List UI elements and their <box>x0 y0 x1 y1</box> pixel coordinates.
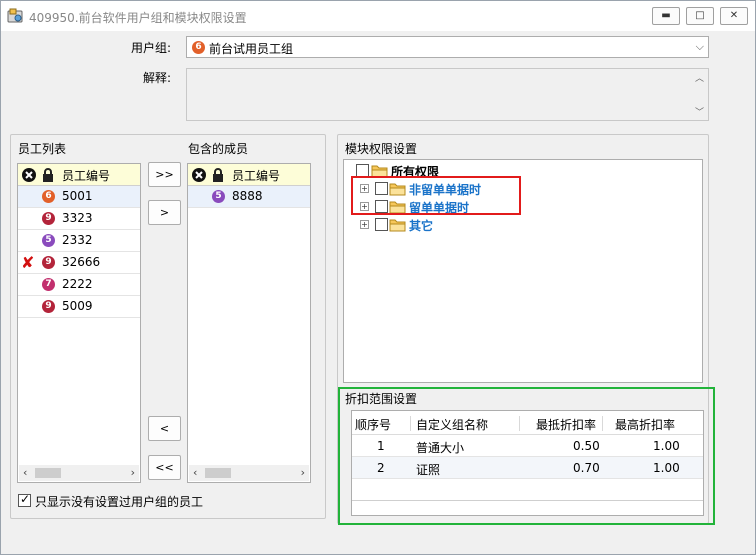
tree-node-label[interactable]: 其它 <box>409 217 433 234</box>
maximize-button[interactable]: □ <box>686 7 714 25</box>
scroll-thumb[interactable] <box>35 468 61 478</box>
members-hscrollbar[interactable]: ‹ › <box>189 465 309 481</box>
employee-id: 5009 <box>62 299 93 313</box>
table-row[interactable]: 9 3323 <box>18 208 140 230</box>
folder-icon <box>389 219 406 232</box>
table-row[interactable]: 7 2222 <box>18 274 140 296</box>
level-badge-icon: 9 <box>42 300 55 313</box>
employee-id-column[interactable]: 员工编号 <box>62 167 110 184</box>
employee-id: 2222 <box>62 277 93 291</box>
title-bar: 409950.前台软件用户组和模块权限设置 ▬ □ ✕ <box>1 1 755 31</box>
scroll-left-icon[interactable]: ‹ <box>23 466 27 479</box>
employee-grid[interactable]: 员工编号 6 5001 9 3323 5 2332 ✘ 9 32666 7 2222 9 5009 ‹ … <box>17 163 141 483</box>
level-badge-icon: 5 <box>42 234 55 247</box>
explain-label: 解释: <box>143 71 172 85</box>
highlight-box-green <box>338 387 715 525</box>
member-id-column[interactable]: 员工编号 <box>232 167 280 184</box>
delete-icon <box>22 168 36 182</box>
add-all-button[interactable]: >> <box>148 162 181 187</box>
usergroup-badge-icon: 6 <box>192 41 205 54</box>
table-row[interactable]: 9 5009 <box>18 296 140 318</box>
members-grid-header: 员工编号 <box>188 164 310 186</box>
scroll-right-icon[interactable]: › <box>301 466 305 479</box>
delete-icon <box>192 168 206 182</box>
usergroup-value: 前台试用员工组 <box>209 42 294 56</box>
scroll-right-icon[interactable]: › <box>131 466 135 479</box>
members-title: 包含的成员 <box>186 140 251 157</box>
level-badge-icon: 9 <box>42 212 55 225</box>
expand-icon[interactable]: + <box>360 220 369 229</box>
usergroup-select[interactable]: 6 前台试用员工组 ⌵ <box>186 36 709 58</box>
lock-icon <box>43 168 53 182</box>
employee-id: 32666 <box>62 255 101 269</box>
remove-one-button[interactable]: < <box>148 416 181 441</box>
tree-node-3[interactable]: + 其它 <box>360 216 560 234</box>
lock-icon <box>213 168 223 182</box>
highlight-box-red <box>351 176 521 215</box>
minimize-button[interactable]: ▬ <box>652 7 680 25</box>
window-title: 409950.前台软件用户组和模块权限设置 <box>29 11 247 25</box>
usergroup-label: 用户组: <box>131 41 172 55</box>
scroll-down-icon[interactable]: ﹀ <box>695 105 704 118</box>
explain-scrollbar[interactable]: ︿ ﹀ <box>691 69 708 120</box>
settings-window: 409950.前台软件用户组和模块权限设置 ▬ □ ✕ 用户组: 6 前台试用员… <box>0 0 756 555</box>
employee-id: 2332 <box>62 233 93 247</box>
removed-icon: ✘ <box>21 253 35 272</box>
employee-grid-header: 员工编号 <box>18 164 140 186</box>
minimize-icon: ▬ <box>661 10 671 21</box>
members-grid[interactable]: 员工编号 5 8888 ‹ › <box>187 163 311 483</box>
employee-list-title: 员工列表 <box>16 140 69 157</box>
filter-checkbox[interactable] <box>18 492 31 507</box>
add-one-button[interactable]: > <box>148 200 181 225</box>
level-badge-icon: 9 <box>42 256 55 269</box>
employee-id: 5001 <box>62 189 93 203</box>
level-badge-icon: 6 <box>42 190 55 203</box>
remove-all-button[interactable]: << <box>148 455 181 480</box>
permissions-title: 模块权限设置 <box>343 140 420 157</box>
app-icon <box>7 8 23 23</box>
chevron-down-icon[interactable]: ⌵ <box>696 40 704 54</box>
level-badge-icon: 5 <box>212 190 225 203</box>
maximize-icon: □ <box>695 10 705 21</box>
level-badge-icon: 7 <box>42 278 55 291</box>
table-row[interactable]: ✘ 9 32666 <box>18 252 140 274</box>
table-row[interactable]: 5 8888 <box>188 186 310 208</box>
table-row[interactable]: 6 5001 <box>18 186 140 208</box>
scroll-thumb[interactable] <box>205 468 231 478</box>
employee-id: 3323 <box>62 211 93 225</box>
scroll-left-icon[interactable]: ‹ <box>193 466 197 479</box>
node-checkbox[interactable] <box>375 218 388 231</box>
employee-hscrollbar[interactable]: ‹ › <box>19 465 139 481</box>
explain-textarea[interactable]: ︿ ﹀ <box>186 68 709 121</box>
close-button[interactable]: ✕ <box>720 7 748 25</box>
filter-label[interactable]: 只显示没有设置过用户组的员工 <box>35 493 203 510</box>
scroll-up-icon[interactable]: ︿ <box>695 71 704 84</box>
close-icon: ✕ <box>729 10 739 21</box>
table-row[interactable]: 5 2332 <box>18 230 140 252</box>
employee-id: 8888 <box>232 189 263 203</box>
